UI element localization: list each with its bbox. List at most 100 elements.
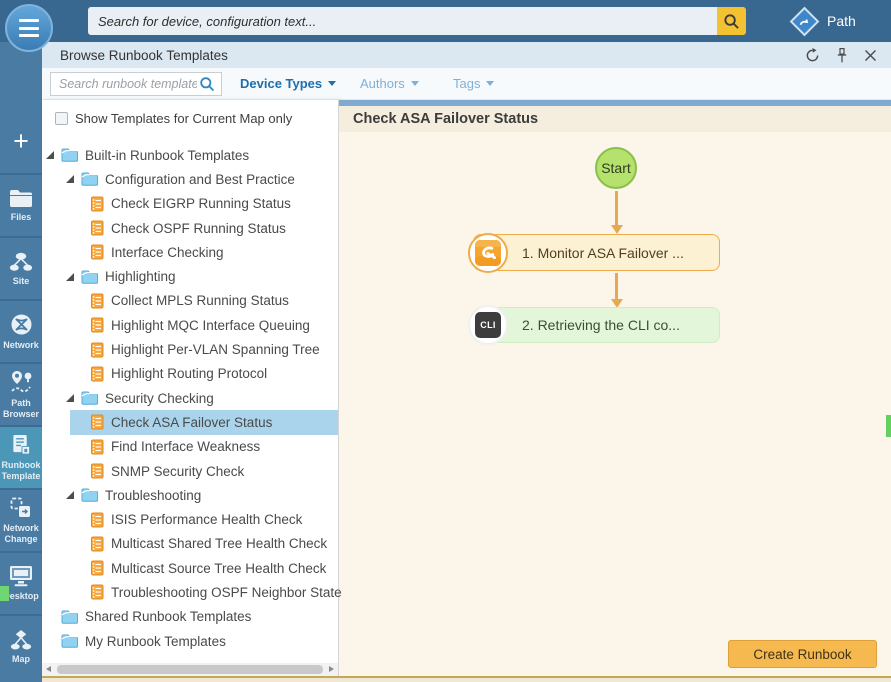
runbook-template-icon bbox=[90, 560, 104, 576]
scroll-left-arrow[interactable] bbox=[42, 663, 55, 676]
tree-template-row[interactable]: Troubleshooting OSPF Neighbor State bbox=[42, 580, 338, 604]
tree-folder-row[interactable]: Shared Runbook Templates bbox=[42, 605, 338, 629]
tree-template-row[interactable]: Find Interface Weakness bbox=[42, 435, 338, 459]
panel-header: Browse Runbook Templates bbox=[42, 42, 891, 68]
template-search-input[interactable] bbox=[51, 77, 199, 91]
runbook-template-icon bbox=[90, 463, 104, 479]
tree-template-row[interactable]: Check ASA Failover Status bbox=[42, 410, 338, 434]
tree-item-label: Find Interface Weakness bbox=[111, 439, 260, 454]
sidebar-green-badge bbox=[0, 586, 9, 601]
tree-folder-row[interactable]: Highlighting bbox=[42, 264, 338, 288]
sidebar-spacer bbox=[0, 42, 42, 110]
sidebar-item-network[interactable]: Network bbox=[0, 299, 42, 362]
chevron-down-icon bbox=[486, 81, 494, 86]
scroll-right-arrow[interactable] bbox=[325, 663, 338, 676]
path-button[interactable]: Path bbox=[786, 0, 864, 42]
tree-template-row[interactable]: Highlight MQC Interface Queuing bbox=[42, 313, 338, 337]
global-search-button[interactable] bbox=[717, 7, 746, 35]
sidebar-item-add[interactable]: + bbox=[0, 110, 42, 173]
sidebar-item-label: Site bbox=[1, 276, 42, 287]
sidebar-item-network-change[interactable]: Network Change bbox=[0, 488, 42, 551]
topbar: Path bbox=[0, 0, 891, 42]
tree-folder-row[interactable]: Built-in Runbook Templates bbox=[42, 143, 338, 167]
device-types-dropdown[interactable]: Device Types bbox=[240, 68, 336, 99]
main-menu-button[interactable] bbox=[5, 4, 53, 52]
qapp-icon bbox=[468, 233, 508, 273]
scrollbar-thumb[interactable] bbox=[57, 665, 323, 674]
search-icon[interactable] bbox=[199, 76, 221, 92]
bottom-strip bbox=[42, 676, 891, 682]
tree-item-label: Troubleshooting bbox=[105, 488, 201, 503]
expanded-caret-icon[interactable] bbox=[66, 175, 74, 183]
tree-folder-row[interactable]: Configuration and Best Practice bbox=[42, 167, 338, 191]
horizontal-scrollbar[interactable] bbox=[42, 663, 338, 676]
tree-item-label: Configuration and Best Practice bbox=[105, 172, 295, 187]
tree-template-row[interactable]: Highlight Per-VLAN Spanning Tree bbox=[42, 337, 338, 361]
tree-template-row[interactable]: Check OSPF Running Status bbox=[42, 216, 338, 240]
authors-dropdown[interactable]: Authors bbox=[360, 68, 419, 99]
tree-template-row[interactable]: ISIS Performance Health Check bbox=[42, 507, 338, 531]
search-icon bbox=[723, 13, 740, 30]
expanded-caret-icon[interactable] bbox=[46, 151, 54, 159]
start-node[interactable]: Start bbox=[595, 147, 637, 189]
tree-folder-row[interactable]: My Runbook Templates bbox=[42, 629, 338, 653]
pin-button[interactable] bbox=[837, 48, 847, 63]
folder-icon bbox=[61, 148, 78, 162]
tree-item-label: ISIS Performance Health Check bbox=[111, 512, 302, 527]
tree-template-row[interactable]: Interface Checking bbox=[42, 240, 338, 264]
runbook-template-icon bbox=[90, 584, 104, 600]
tree-template-row[interactable]: Multicast Shared Tree Health Check bbox=[42, 532, 338, 556]
runbook-template-icon bbox=[90, 196, 104, 212]
create-runbook-button[interactable]: Create Runbook bbox=[728, 640, 877, 668]
sidebar-item-desktop[interactable]: Desktop bbox=[0, 551, 42, 614]
checkbox-icon[interactable] bbox=[55, 112, 68, 125]
tree-template-row[interactable]: SNMP Security Check bbox=[42, 459, 338, 483]
netbrain-app: Path +Files Site NetworkPath Browser Runboo… bbox=[0, 0, 891, 682]
site-icon bbox=[9, 251, 33, 272]
tree-template-row[interactable]: Check EIGRP Running Status bbox=[42, 192, 338, 216]
tree-item-label: Multicast Shared Tree Health Check bbox=[111, 536, 327, 551]
folder-icon bbox=[81, 172, 98, 186]
sidebar-item-map[interactable]: Map bbox=[0, 614, 42, 677]
tree-item-label: Check OSPF Running Status bbox=[111, 221, 286, 236]
runbook-template-icon bbox=[90, 439, 104, 455]
tree-template-row[interactable]: Collect MPLS Running Status bbox=[42, 289, 338, 313]
tree-item-label: SNMP Security Check bbox=[111, 464, 244, 479]
tree-item-label: Multicast Source Tree Health Check bbox=[111, 561, 326, 576]
tree-item-label: Shared Runbook Templates bbox=[85, 609, 251, 624]
sidebar-item-runbook-template[interactable]: Runbook Template bbox=[0, 425, 42, 488]
tags-dropdown[interactable]: Tags bbox=[453, 68, 494, 99]
refresh-button[interactable] bbox=[805, 48, 820, 63]
network-icon bbox=[10, 313, 33, 336]
chevron-down-icon bbox=[328, 81, 336, 86]
tree-folder-row[interactable]: Security Checking bbox=[42, 386, 338, 410]
workflow-node-retrieve-cli[interactable]: 2. Retrieving the CLI co... bbox=[473, 307, 720, 343]
desktop-icon bbox=[9, 565, 33, 587]
runbook-template-icon bbox=[90, 293, 104, 309]
show-templates-checkbox-row[interactable]: Show Templates for Current Map only bbox=[55, 111, 292, 126]
expanded-caret-icon[interactable] bbox=[66, 394, 74, 402]
hamburger-icon bbox=[19, 17, 39, 39]
runbook-template-icon bbox=[11, 434, 31, 456]
tree-folder-row[interactable]: Troubleshooting bbox=[42, 483, 338, 507]
expanded-caret-icon[interactable] bbox=[66, 491, 74, 499]
close-button[interactable] bbox=[864, 49, 877, 62]
sidebar-item-label: Runbook Template bbox=[1, 460, 42, 482]
sidebar-item-files[interactable]: Files bbox=[0, 173, 42, 236]
map-icon bbox=[9, 629, 33, 650]
runbook-template-icon bbox=[90, 366, 104, 382]
path-browser-icon bbox=[10, 370, 32, 394]
template-search bbox=[50, 72, 222, 96]
workflow-node-monitor-asa[interactable]: 1. Monitor ASA Failover ... bbox=[473, 234, 720, 271]
runbook-template-icon bbox=[90, 342, 104, 358]
runbook-template-icon bbox=[90, 317, 104, 333]
tree-template-row[interactable]: Highlight Routing Protocol bbox=[42, 362, 338, 386]
runbook-template-icon bbox=[90, 512, 104, 528]
tree-item-label: Troubleshooting OSPF Neighbor State bbox=[111, 585, 342, 600]
global-search-input[interactable] bbox=[88, 7, 717, 35]
filter-row: Device Types Authors Tags bbox=[42, 68, 891, 100]
expanded-caret-icon[interactable] bbox=[66, 273, 74, 281]
sidebar-item-site[interactable]: Site bbox=[0, 236, 42, 299]
tree-template-row[interactable]: Multicast Source Tree Health Check bbox=[42, 556, 338, 580]
sidebar-item-path-browser[interactable]: Path Browser bbox=[0, 362, 42, 425]
